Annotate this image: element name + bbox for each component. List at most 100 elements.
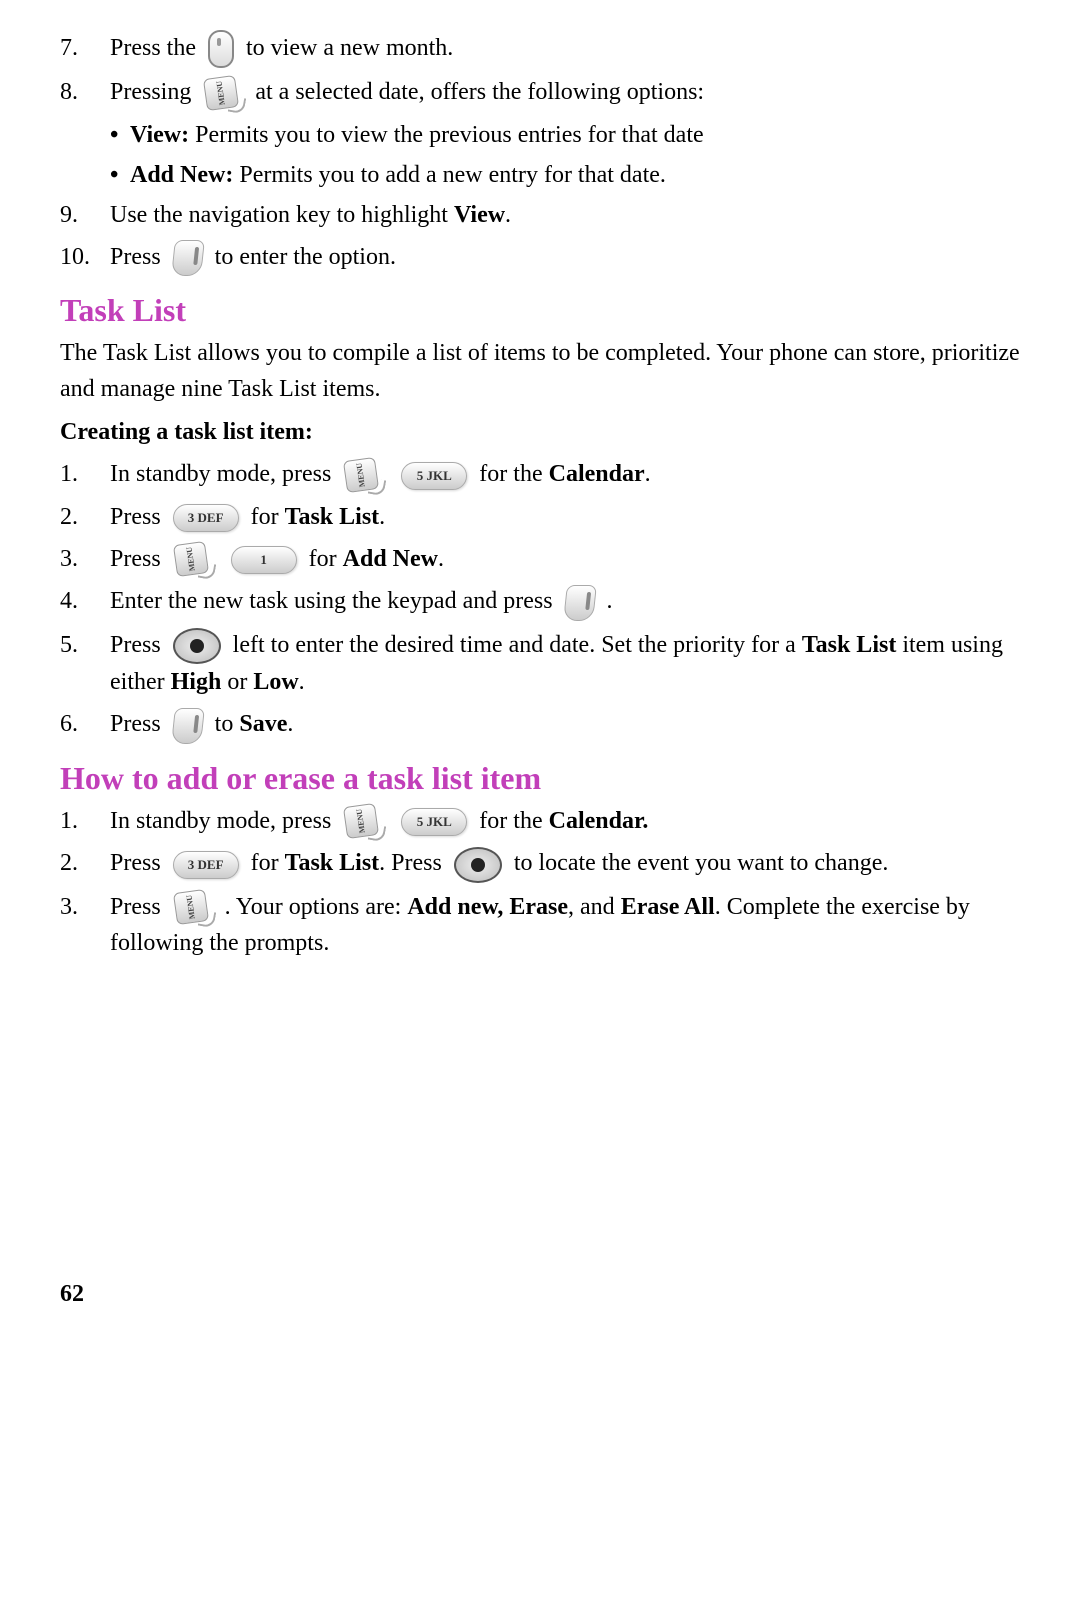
list-content: In standby mode, press MENU 5 JKL for th… — [110, 456, 1020, 492]
menu-key-icon: MENU — [173, 543, 213, 577]
list-number: 2. — [60, 499, 110, 535]
add-erase-step-3: 3. Press MENU . Your options are: Add ne… — [60, 889, 1020, 961]
list-number: 1. — [60, 456, 110, 492]
text: . Your options are: — [225, 894, 408, 920]
five-key-icon: 5 JKL — [401, 462, 467, 490]
navigation-disc-icon — [454, 847, 502, 883]
text: . Press — [379, 850, 448, 876]
bold-text: Calendar — [549, 461, 645, 487]
create-step-2: 2. Press 3 DEF for Task List. — [60, 499, 1020, 535]
text: or — [221, 669, 253, 695]
text: left to enter the desired time and date.… — [233, 632, 802, 658]
bold-text: Task List — [802, 632, 897, 658]
list-number: 4. — [60, 583, 110, 619]
bullet-content: View: Permits you to view the previous e… — [130, 117, 1020, 153]
text: Enter the new task using the keypad and … — [110, 588, 559, 614]
menu-key-icon: MENU — [203, 77, 243, 111]
add-erase-step-1: 1. In standby mode, press MENU 5 JKL for… — [60, 803, 1020, 839]
bold-text: Erase All — [621, 894, 715, 920]
text: In standby mode, press — [110, 808, 337, 834]
list-item-8: 8. Pressing MENU at a selected date, off… — [60, 74, 1020, 110]
list-content: Press 3 DEF for Task List. — [110, 499, 1020, 535]
bullet-dot: • — [110, 117, 130, 153]
section-title-add-erase: How to add or erase a task list item — [60, 760, 1020, 797]
text: for — [251, 504, 285, 530]
create-step-6: 6. Press to Save. — [60, 706, 1020, 743]
text: Pressing — [110, 79, 197, 105]
text: . — [299, 669, 305, 695]
list-number: 2. — [60, 845, 110, 881]
ok-key-icon — [563, 585, 597, 621]
text: Press — [110, 711, 167, 737]
text: for the — [479, 808, 548, 834]
list-item-10: 10. Press to enter the option. — [60, 239, 1020, 276]
text: In standby mode, press — [110, 461, 337, 487]
list-number: 9. — [60, 197, 110, 233]
list-number: 8. — [60, 74, 110, 110]
list-content: Enter the new task using the keypad and … — [110, 583, 1020, 620]
text: Press the — [110, 35, 202, 61]
list-content: Press left to enter the desired time and… — [110, 627, 1020, 700]
bold-text: Add new, Erase — [407, 894, 568, 920]
list-content: Pressing MENU at a selected date, offers… — [110, 74, 1020, 110]
five-key-icon: 5 JKL — [401, 808, 467, 836]
top-ordered-list: 7. Press the to view a new month. 8. Pre… — [60, 30, 1020, 276]
three-key-icon: 3 DEF — [173, 504, 239, 532]
subhead-creating: Creating a task list item: — [60, 419, 1020, 446]
sub-bullet-add-new: • Add New: Permits you to add a new entr… — [60, 157, 1020, 193]
text: . — [607, 588, 613, 614]
list-content: Press MENU 1 for Add New. — [110, 541, 1020, 577]
text: Press — [110, 546, 167, 572]
bold-text: Task List — [285, 504, 380, 530]
list-number: 3. — [60, 541, 110, 577]
menu-key-label: MENU — [354, 808, 369, 834]
bold-text: Calendar. — [549, 808, 649, 834]
list-number: 3. — [60, 889, 110, 925]
text: to enter the option. — [215, 244, 396, 270]
bullet-label: Add New: — [130, 162, 233, 188]
bullet-label: View: — [130, 122, 189, 148]
text: . — [505, 202, 511, 228]
menu-key-label: MENU — [183, 894, 198, 920]
add-erase-step-2: 2. Press 3 DEF for Task List. Press to l… — [60, 845, 1020, 882]
list-content: Press 3 DEF for Task List. Press to loca… — [110, 845, 1020, 882]
task-list-intro: The Task List allows you to compile a li… — [60, 335, 1020, 407]
list-item-7: 7. Press the to view a new month. — [60, 30, 1020, 68]
sub-bullet-view: • View: Permits you to view the previous… — [60, 117, 1020, 153]
section-title-task-list: Task List — [60, 292, 1020, 329]
menu-key-label: MENU — [214, 80, 229, 106]
text: Press — [110, 244, 167, 270]
text: Use the navigation key to highlight — [110, 202, 454, 228]
menu-key-icon: MENU — [173, 891, 213, 925]
three-key-icon: 3 DEF — [173, 851, 239, 879]
bold-text: Save — [239, 711, 287, 737]
list-number: 5. — [60, 627, 110, 663]
bullet-content: Add New: Permits you to add a new entry … — [130, 157, 1020, 193]
create-step-1: 1. In standby mode, press MENU 5 JKL for… — [60, 456, 1020, 492]
list-content: In standby mode, press MENU 5 JKL for th… — [110, 803, 1020, 839]
bold-text: Low — [253, 669, 298, 695]
create-step-3: 3. Press MENU 1 for Add New. — [60, 541, 1020, 577]
creating-task-list: 1. In standby mode, press MENU 5 JKL for… — [60, 456, 1020, 743]
list-number: 10. — [60, 239, 110, 275]
text: Press — [110, 894, 167, 920]
bold-text: Task List — [285, 850, 380, 876]
text: for — [251, 850, 285, 876]
bold-text: View — [454, 202, 505, 228]
ok-key-icon — [171, 240, 205, 276]
list-content: Press the to view a new month. — [110, 30, 1020, 68]
text: Press — [110, 504, 167, 530]
list-item-9: 9. Use the navigation key to highlight V… — [60, 197, 1020, 233]
text: to view a new month. — [246, 35, 453, 61]
text: . — [379, 504, 385, 530]
list-content: Press to Save. — [110, 706, 1020, 743]
ok-key-icon — [171, 708, 205, 744]
text: , and — [568, 894, 621, 920]
list-number: 6. — [60, 706, 110, 742]
list-content: Use the navigation key to highlight View… — [110, 197, 1020, 233]
bullet-text: Permits you to view the previous entries… — [189, 122, 704, 148]
text: . — [287, 711, 293, 737]
bold-text: High — [171, 669, 222, 695]
text: . — [645, 461, 651, 487]
list-content: Press MENU . Your options are: Add new, … — [110, 889, 1020, 961]
